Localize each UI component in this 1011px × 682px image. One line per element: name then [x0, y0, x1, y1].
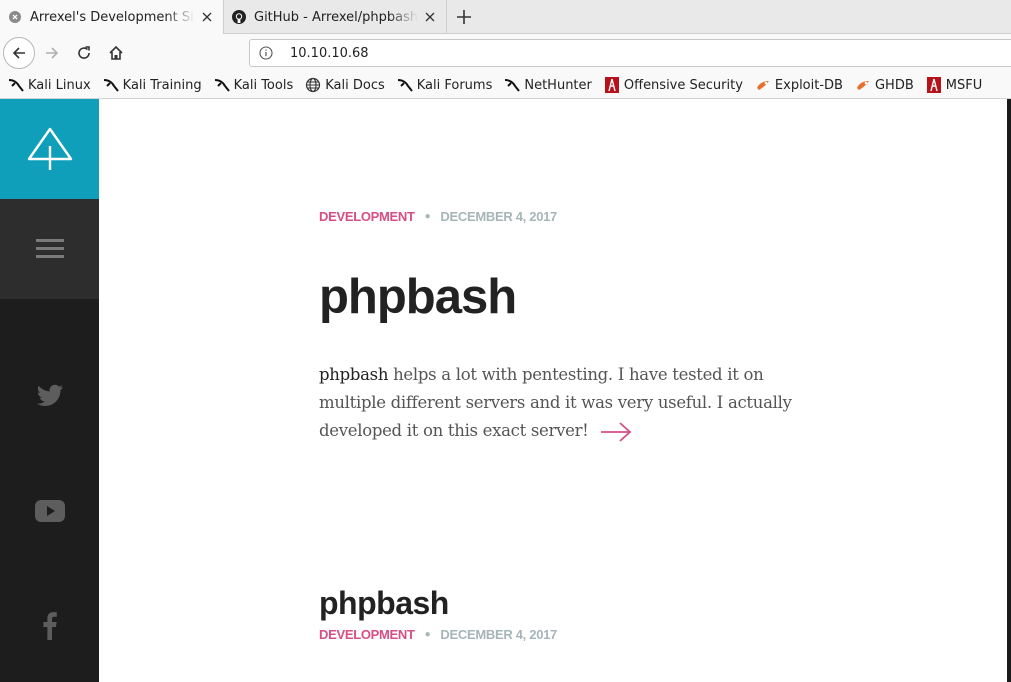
bookmark-label: Kali Tools: [233, 77, 294, 93]
facebook-link[interactable]: [0, 606, 99, 646]
menu-toggle-button[interactable]: [0, 199, 99, 299]
post-date-link[interactable]: DECEMBER 4, 2017: [440, 627, 557, 642]
info-icon[interactable]: [258, 45, 274, 61]
kali-dragon-icon: [397, 77, 413, 93]
forward-button[interactable]: [36, 37, 68, 69]
bookmark-offensive-security[interactable]: Offensive Security: [604, 77, 743, 93]
twitter-icon: [36, 384, 63, 406]
post-category-link[interactable]: DEVELOPMENT: [319, 209, 415, 224]
bookmark-kali-tools[interactable]: Kali Tools: [214, 77, 294, 93]
post-meta: DEVELOPMENT ● DECEMBER 4, 2017: [319, 209, 557, 224]
url-text: 10.10.10.68: [290, 45, 369, 61]
offsec-icon: [926, 77, 942, 93]
meta-separator: ●: [424, 211, 431, 222]
bookmarks-toolbar: Kali Linux Kali Training Kali Tools Kali…: [0, 72, 1011, 99]
close-tab-icon[interactable]: [422, 9, 438, 25]
post-title-link[interactable]: phpbash: [319, 584, 449, 622]
bookmark-kali-linux[interactable]: Kali Linux: [8, 77, 91, 93]
kali-dragon-icon: [504, 77, 521, 93]
address-bar[interactable]: 10.10.10.68: [249, 39, 1011, 67]
reload-button[interactable]: [68, 37, 100, 69]
youtube-icon: [34, 500, 65, 522]
youtube-link[interactable]: [0, 491, 99, 531]
back-arrow-icon: [12, 47, 25, 59]
kali-dragon-icon: [214, 77, 230, 93]
read-more-arrow-icon[interactable]: [599, 421, 633, 443]
forward-arrow-icon: [46, 47, 59, 59]
post-date-link[interactable]: DECEMBER 4, 2017: [440, 209, 557, 224]
site-favicon-icon: [8, 10, 22, 24]
tree-logo-icon: [27, 127, 72, 170]
bookmark-label: MSFU: [945, 77, 983, 93]
home-button[interactable]: [100, 37, 132, 69]
kali-dragon-icon: [103, 77, 119, 93]
reload-icon: [78, 46, 90, 59]
excerpt-text: helps a lot with pentesting. I have test…: [319, 365, 792, 440]
bookmark-label: Exploit-DB: [774, 77, 843, 93]
bookmark-exploit-db[interactable]: Exploit-DB: [755, 77, 843, 93]
bookmark-kali-forums[interactable]: Kali Forums: [397, 77, 493, 93]
post-category-link[interactable]: DEVELOPMENT: [319, 627, 415, 642]
github-icon: [232, 10, 246, 24]
bookmark-label: Kali Forums: [416, 77, 493, 93]
exploitdb-icon: [855, 77, 871, 93]
post-title-link[interactable]: phpbash: [319, 269, 517, 325]
bookmark-label: Kali Linux: [28, 77, 91, 93]
post-excerpt: phpbash helps a lot with pentesting. I h…: [319, 361, 799, 445]
tab-bar: Arrexel's Development Site GitHub - Arre…: [0, 0, 1011, 34]
site-sidebar: [0, 99, 99, 682]
post-meta: DEVELOPMENT ● DECEMBER 4, 2017: [319, 627, 557, 642]
bookmark-nethunter[interactable]: NetHunter: [504, 77, 592, 93]
bookmark-ghdb[interactable]: GHDB: [855, 77, 914, 93]
bookmark-msfu[interactable]: MSFU: [926, 77, 982, 93]
new-tab-button[interactable]: [452, 5, 476, 29]
bookmark-label: Offensive Security: [623, 77, 743, 93]
tab-title: Arrexel's Development Site: [30, 9, 195, 25]
facebook-icon: [42, 612, 57, 640]
back-button[interactable]: [3, 37, 35, 69]
home-icon: [109, 45, 123, 60]
close-tab-icon[interactable]: [199, 9, 215, 25]
main-content: DEVELOPMENT ● DECEMBER 4, 2017 phpbash p…: [99, 99, 1007, 682]
bookmark-kali-docs[interactable]: Kali Docs: [305, 77, 385, 93]
twitter-link[interactable]: [0, 376, 99, 416]
offsec-icon: [604, 77, 620, 93]
tab-title: GitHub - Arrexel/phpbash: A: [254, 9, 418, 25]
kali-dragon-icon: [8, 77, 24, 93]
meta-separator: ●: [424, 629, 431, 640]
exploitdb-icon: [755, 77, 771, 93]
navigation-toolbar: 10.10.10.68: [0, 34, 1011, 72]
bookmark-kali-training[interactable]: Kali Training: [103, 77, 202, 93]
hamburger-menu-icon: [35, 239, 64, 258]
site-logo[interactable]: [0, 99, 99, 199]
globe-icon: [305, 77, 321, 93]
bookmark-label: GHDB: [874, 77, 914, 93]
tab-arrexel-site[interactable]: Arrexel's Development Site: [0, 0, 224, 34]
bookmark-label: Kali Docs: [325, 77, 385, 93]
bookmark-label: Kali Training: [122, 77, 202, 93]
excerpt-strong: phpbash: [319, 365, 389, 384]
tab-github-phpbash[interactable]: GitHub - Arrexel/phpbash: A: [224, 0, 447, 34]
bookmark-label: NetHunter: [524, 77, 592, 93]
window-edge: [1007, 99, 1011, 682]
